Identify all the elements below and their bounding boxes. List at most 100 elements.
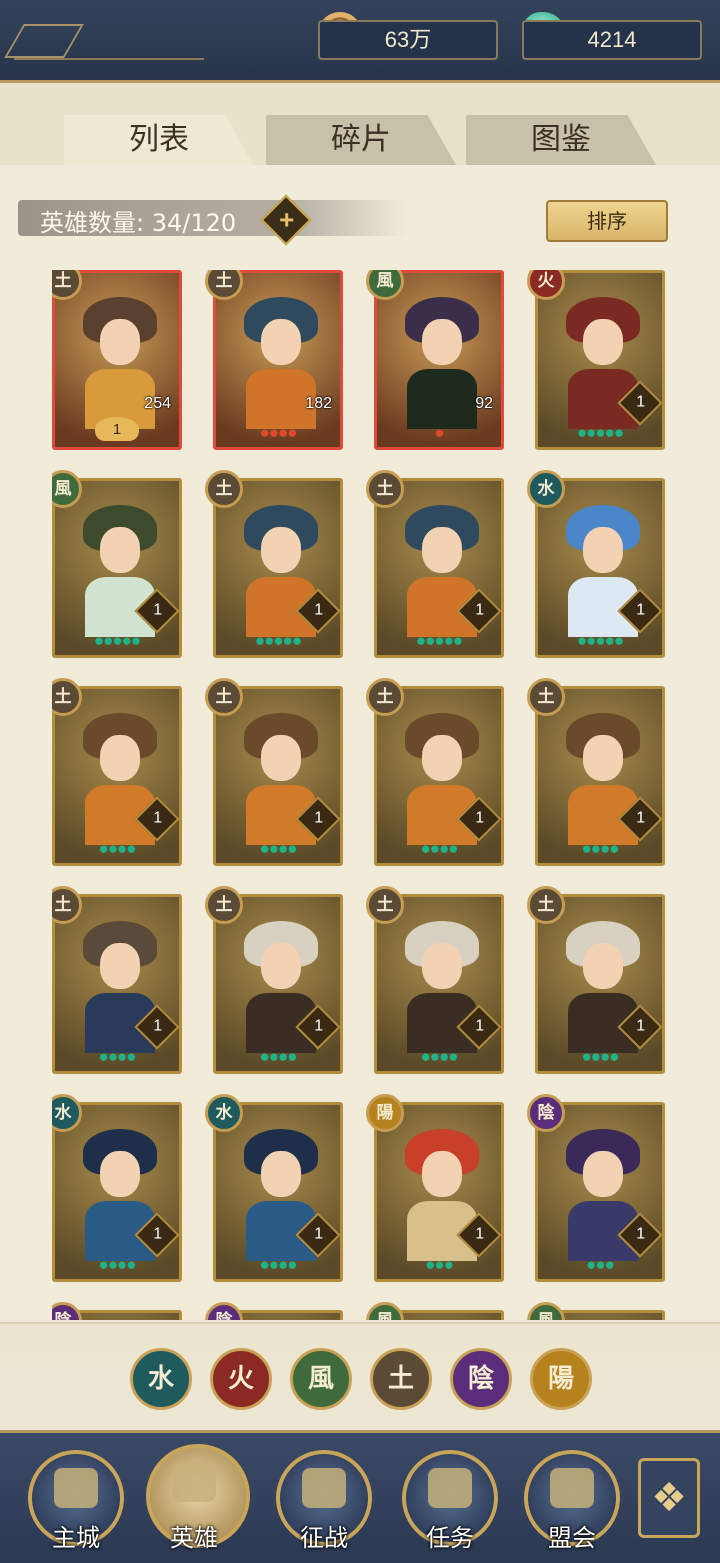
hero-face (583, 943, 623, 989)
hero-level: 1 (153, 1225, 163, 1243)
hero-star-rank: ●●●●● (93, 631, 141, 650)
element-yin-icon: 陰 (205, 1302, 243, 1320)
nav-label: 征战 (300, 1524, 348, 1552)
hero-face (261, 1151, 301, 1197)
tab-list[interactable]: 列表 (64, 115, 254, 167)
hero-level: 1 (636, 809, 646, 827)
city-icon (54, 1468, 98, 1508)
element-earth-icon: 土 (527, 886, 565, 924)
hero-star-rank: ●●●● (98, 1255, 136, 1274)
hero-star-rank: ●●●● (420, 839, 458, 858)
hero-star-rank: ●●●● (420, 1047, 458, 1066)
hero-star-rank: ●●●● (581, 839, 619, 858)
hero-face (422, 735, 462, 781)
hero-level: 1 (475, 1017, 485, 1035)
hero-level: 1 (153, 809, 163, 827)
hero-face (100, 527, 140, 573)
hero-level: 1 (314, 1017, 324, 1035)
filter-water-button[interactable]: 水 (130, 1348, 192, 1410)
hero-star-rank: ●●●● (98, 1047, 136, 1066)
hero-star-rank: ●●●● (259, 1255, 297, 1274)
coin-value: 63万 (384, 27, 432, 52)
hero-level: 1 (475, 809, 485, 827)
top-bar: + 63万 + 4214 (0, 0, 720, 83)
hero-grid: ●2541土●●●●182土●92風●●●●●1火●●●●●1風●●●●●1土●… (52, 270, 672, 1320)
hero-star-rank: ●●●● (581, 1047, 619, 1066)
nav-label: 任务 (426, 1524, 474, 1552)
hero-star-rank: ●●●● (98, 839, 136, 858)
hero-face (261, 943, 301, 989)
nav-label: 盟会 (548, 1524, 596, 1552)
hero-level: 1 (314, 809, 324, 827)
hero-star-rank: ●●●● (259, 1047, 297, 1066)
hero-face (422, 319, 462, 365)
emblem-icon (4, 24, 84, 58)
element-earth-icon: 土 (205, 886, 243, 924)
hero-outfit (407, 369, 477, 429)
hero-count-label: 英雄数量: 34/120 (40, 209, 237, 237)
hero-face (422, 943, 462, 989)
jade-value: 4214 (587, 27, 637, 52)
hero-face (422, 527, 462, 573)
hero-level: 1 (153, 601, 163, 619)
battle-icon (302, 1468, 346, 1508)
element-water-icon: 水 (527, 470, 565, 508)
element-yin-icon: 陰 (52, 1302, 82, 1320)
hero-level: 1 (636, 1017, 646, 1035)
hero-icon (172, 1462, 216, 1502)
hero-star-rank: ●●● (586, 1255, 615, 1274)
element-wind-icon: 風 (527, 1302, 565, 1320)
hero-portrait (405, 297, 479, 429)
hero-star-rank: ●●●●● (576, 631, 624, 650)
element-earth-icon: 土 (366, 678, 404, 716)
sort-button[interactable]: 排序 (546, 200, 668, 242)
hero-star-rank: ● (434, 423, 444, 442)
menu-emblem[interactable] (4, 24, 204, 60)
element-yin-icon: 陰 (527, 1094, 565, 1132)
hero-face (261, 527, 301, 573)
hero-face (583, 735, 623, 781)
jade-amount: 4214 (522, 20, 702, 60)
hero-face (100, 1151, 140, 1197)
hero-face (100, 319, 140, 365)
hero-face (583, 1151, 623, 1197)
plus-icon: + (279, 204, 295, 235)
hero-shard-count: 254 (144, 395, 171, 412)
element-earth-icon: 土 (205, 678, 243, 716)
coin-amount: 63万 (318, 20, 498, 60)
hero-star-rank: ●●●●● (254, 631, 302, 650)
element-earth-icon: 土 (527, 678, 565, 716)
hero-shard-count: 92 (475, 395, 493, 412)
hero-level: 1 (636, 393, 646, 411)
nav-label: 英雄 (170, 1524, 218, 1552)
hero-face (261, 319, 301, 365)
element-water-icon: 水 (205, 1094, 243, 1132)
filter-wind-button[interactable]: 風 (290, 1348, 352, 1410)
element-yang-icon: 陽 (366, 1094, 404, 1132)
hero-star-rank: ●●● (425, 1255, 454, 1274)
tab-shards[interactable]: 碎片 (266, 115, 456, 165)
guild-icon (550, 1468, 594, 1508)
tab-codex[interactable]: 图鉴 (466, 115, 656, 165)
hero-level: 1 (314, 601, 324, 619)
hero-face (422, 1151, 462, 1197)
hero-star-rank: ●●●● (259, 839, 297, 858)
element-earth-icon: 土 (205, 470, 243, 508)
hero-face (100, 943, 140, 989)
hero-star-rank: ●●●●● (415, 631, 463, 650)
hero-level: 1 (153, 1017, 163, 1035)
hero-star-rank: ●●●●● (576, 423, 624, 442)
element-earth-icon: 土 (366, 886, 404, 924)
element-filter-bar (0, 1322, 720, 1432)
hero-face (583, 527, 623, 573)
hero-level-badge: 1 (95, 417, 139, 441)
nav-label: 主城 (52, 1524, 100, 1552)
hero-star-rank: ●●●● (259, 423, 297, 442)
element-wind-icon: 風 (366, 1302, 404, 1320)
filter-yang-button[interactable]: 陽 (530, 1348, 592, 1410)
filter-fire-button[interactable]: 火 (210, 1348, 272, 1410)
more-menu-icon[interactable]: ❖ (638, 1458, 700, 1538)
filter-yin-button[interactable]: 陰 (450, 1348, 512, 1410)
filter-earth-button[interactable]: 土 (370, 1348, 432, 1410)
hero-level: 1 (636, 601, 646, 619)
